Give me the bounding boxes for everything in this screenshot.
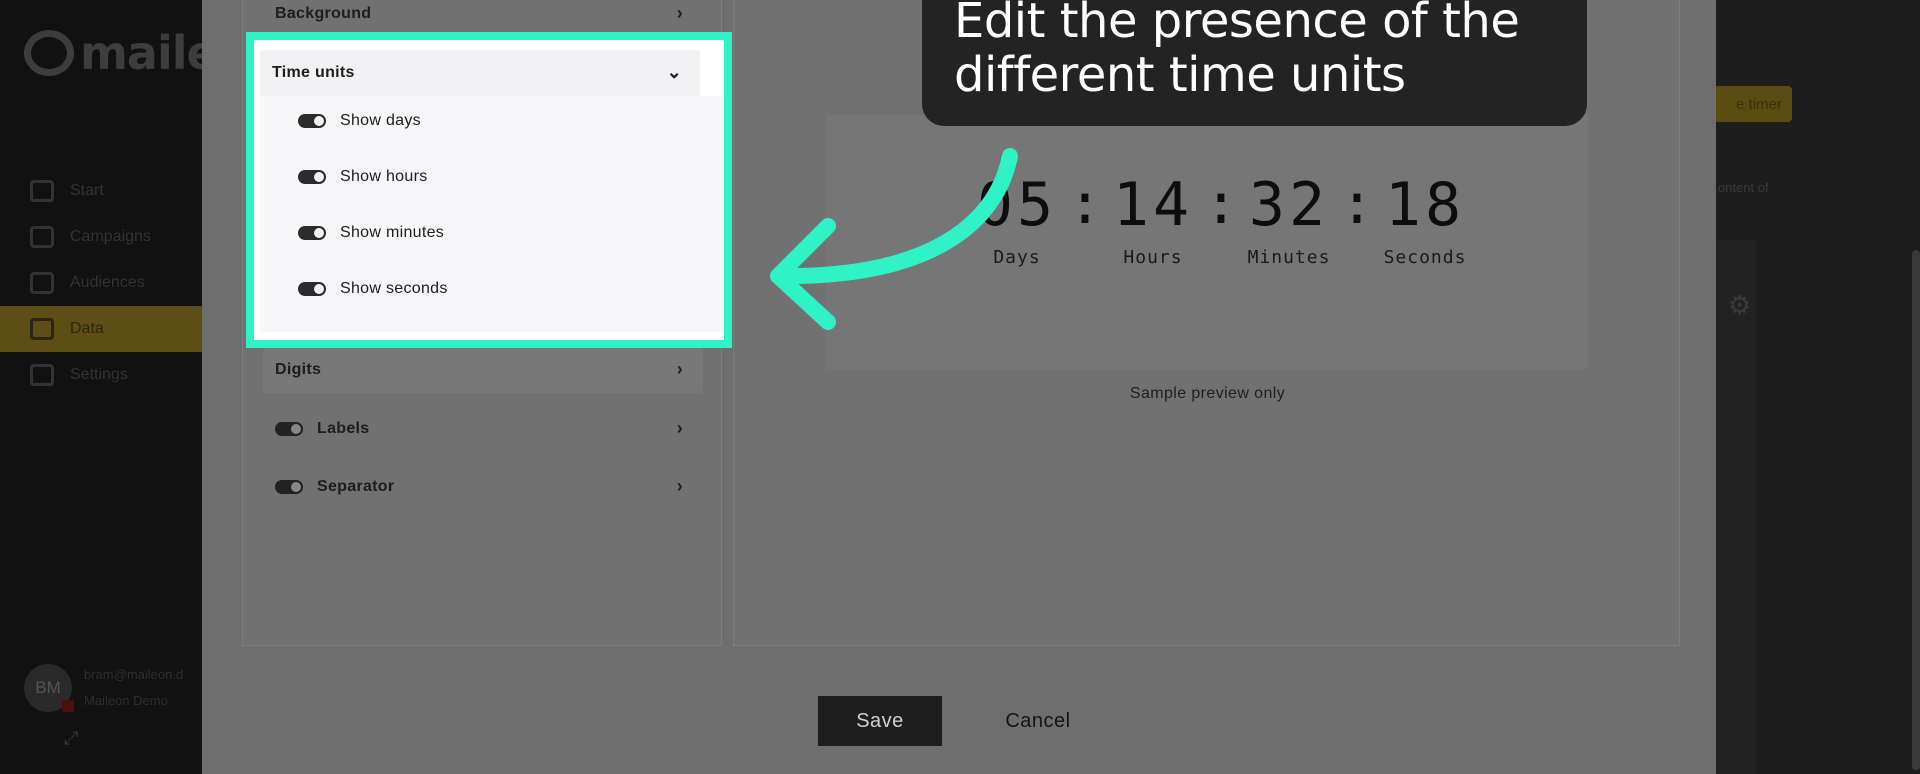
gear-icon[interactable]: ⚙ xyxy=(1728,290,1751,321)
separator-colon: : xyxy=(1340,172,1374,237)
user-org: Maileon Demo xyxy=(84,693,168,708)
app-logo: maile xyxy=(24,26,202,80)
save-button[interactable]: Save xyxy=(818,696,942,746)
seconds-value: 18 xyxy=(1384,170,1466,240)
preview-caption: Sample preview only xyxy=(1129,385,1286,402)
accordion-digits[interactable]: Digits › xyxy=(263,347,703,393)
show-seconds-option[interactable]: Show seconds xyxy=(298,276,448,302)
megaphone-icon xyxy=(30,226,54,248)
cancel-button[interactable]: Cancel xyxy=(978,696,1098,746)
hours-value: 14 xyxy=(1112,170,1194,240)
logo-text: maile xyxy=(80,26,202,80)
nav-item-start[interactable]: Start xyxy=(0,168,202,214)
hours-label: Hours xyxy=(1123,247,1183,268)
show-seconds-toggle[interactable] xyxy=(298,282,326,296)
nav-item-label: Audiences xyxy=(70,274,145,291)
minutes-label: Minutes xyxy=(1247,247,1331,268)
show-hours-option[interactable]: Show hours xyxy=(298,164,428,190)
accordion-label: Labels xyxy=(317,420,370,437)
chevron-down-icon: ⌄ xyxy=(666,62,682,82)
nav-item-label: Settings xyxy=(70,366,128,383)
tooltip-line-2: different time units xyxy=(954,47,1406,103)
grid-icon xyxy=(30,180,54,202)
tooltip-line-1: Edit the presence of the xyxy=(954,0,1520,49)
show-days-option[interactable]: Show days xyxy=(298,108,421,134)
labels-toggle[interactable] xyxy=(275,422,303,436)
pointer-arrow-icon xyxy=(770,148,1018,330)
separator-toggle[interactable] xyxy=(275,480,303,494)
content-of-text: ontent of xyxy=(1718,180,1769,195)
time-units-options: Show days Show hours Show minutes Show s… xyxy=(260,96,724,332)
main-nav: Start Campaigns Audiences Data Settings xyxy=(0,168,202,398)
accordion-separator[interactable]: Separator › xyxy=(263,464,703,510)
show-minutes-label: Show minutes xyxy=(340,224,445,241)
separator-colon: : xyxy=(1204,172,1238,237)
chevron-right-icon: › xyxy=(676,3,683,23)
app-right-area: e timer ontent of ⚙ xyxy=(1716,0,1920,774)
logo-mark-icon xyxy=(24,30,74,76)
nav-item-settings[interactable]: Settings xyxy=(0,352,202,398)
seconds-label: Seconds xyxy=(1383,247,1467,268)
countdown-unit-seconds: 18 Seconds xyxy=(1375,173,1475,268)
accordion-labels[interactable]: Labels › xyxy=(263,406,703,452)
user-email: bram@maileon.d xyxy=(84,667,184,682)
nav-item-label: Campaigns xyxy=(70,228,151,245)
folder-icon xyxy=(30,318,54,340)
create-timer-button[interactable]: e timer xyxy=(1716,86,1792,122)
show-hours-label: Show hours xyxy=(340,168,428,185)
countdown-preview: 05 Days : 14 Hours : 32 Minutes : 18 Sec… xyxy=(967,172,1475,269)
separator-colon: : xyxy=(1068,172,1102,237)
show-minutes-option[interactable]: Show minutes xyxy=(298,220,444,246)
gear-icon xyxy=(30,364,54,386)
app-sidebar: maile Start Campaigns Audiences Data Set… xyxy=(0,0,202,774)
user-block[interactable]: BM bram@maileon.d Maileon Demo xyxy=(24,662,183,714)
nav-item-label: Start xyxy=(70,182,104,199)
nav-item-audiences[interactable]: Audiences xyxy=(0,260,202,306)
chevron-right-icon: › xyxy=(676,418,683,438)
countdown-unit-minutes: 32 Minutes xyxy=(1239,173,1339,268)
nav-item-campaigns[interactable]: Campaigns xyxy=(0,214,202,260)
countdown-unit-hours: 14 Hours xyxy=(1103,173,1203,268)
users-icon xyxy=(30,272,54,294)
nav-item-data[interactable]: Data xyxy=(0,306,202,352)
guide-tooltip: Edit the presence of the different time … xyxy=(922,0,1587,126)
expand-icon[interactable]: ⤢ xyxy=(64,728,78,749)
accordion-label: Digits xyxy=(275,361,322,378)
scrollbar[interactable] xyxy=(1912,250,1920,770)
minutes-value: 32 xyxy=(1248,170,1330,240)
show-minutes-toggle[interactable] xyxy=(298,226,326,240)
accordion-label: Background xyxy=(275,5,372,22)
accordion-time-units[interactable]: Time units ⌄ xyxy=(260,50,700,96)
avatar[interactable]: BM xyxy=(24,664,74,712)
show-days-label: Show days xyxy=(340,112,421,129)
chevron-right-icon: › xyxy=(676,476,683,496)
nav-item-label: Data xyxy=(70,320,104,337)
time-units-highlight: Time units ⌄ Show days Show hours Show m… xyxy=(246,32,732,348)
show-days-toggle[interactable] xyxy=(298,114,326,128)
accordion-label: Time units xyxy=(272,64,355,81)
show-seconds-label: Show seconds xyxy=(340,280,448,297)
accordion-label: Separator xyxy=(317,478,395,495)
chevron-right-icon: › xyxy=(676,359,683,379)
show-hours-toggle[interactable] xyxy=(298,170,326,184)
